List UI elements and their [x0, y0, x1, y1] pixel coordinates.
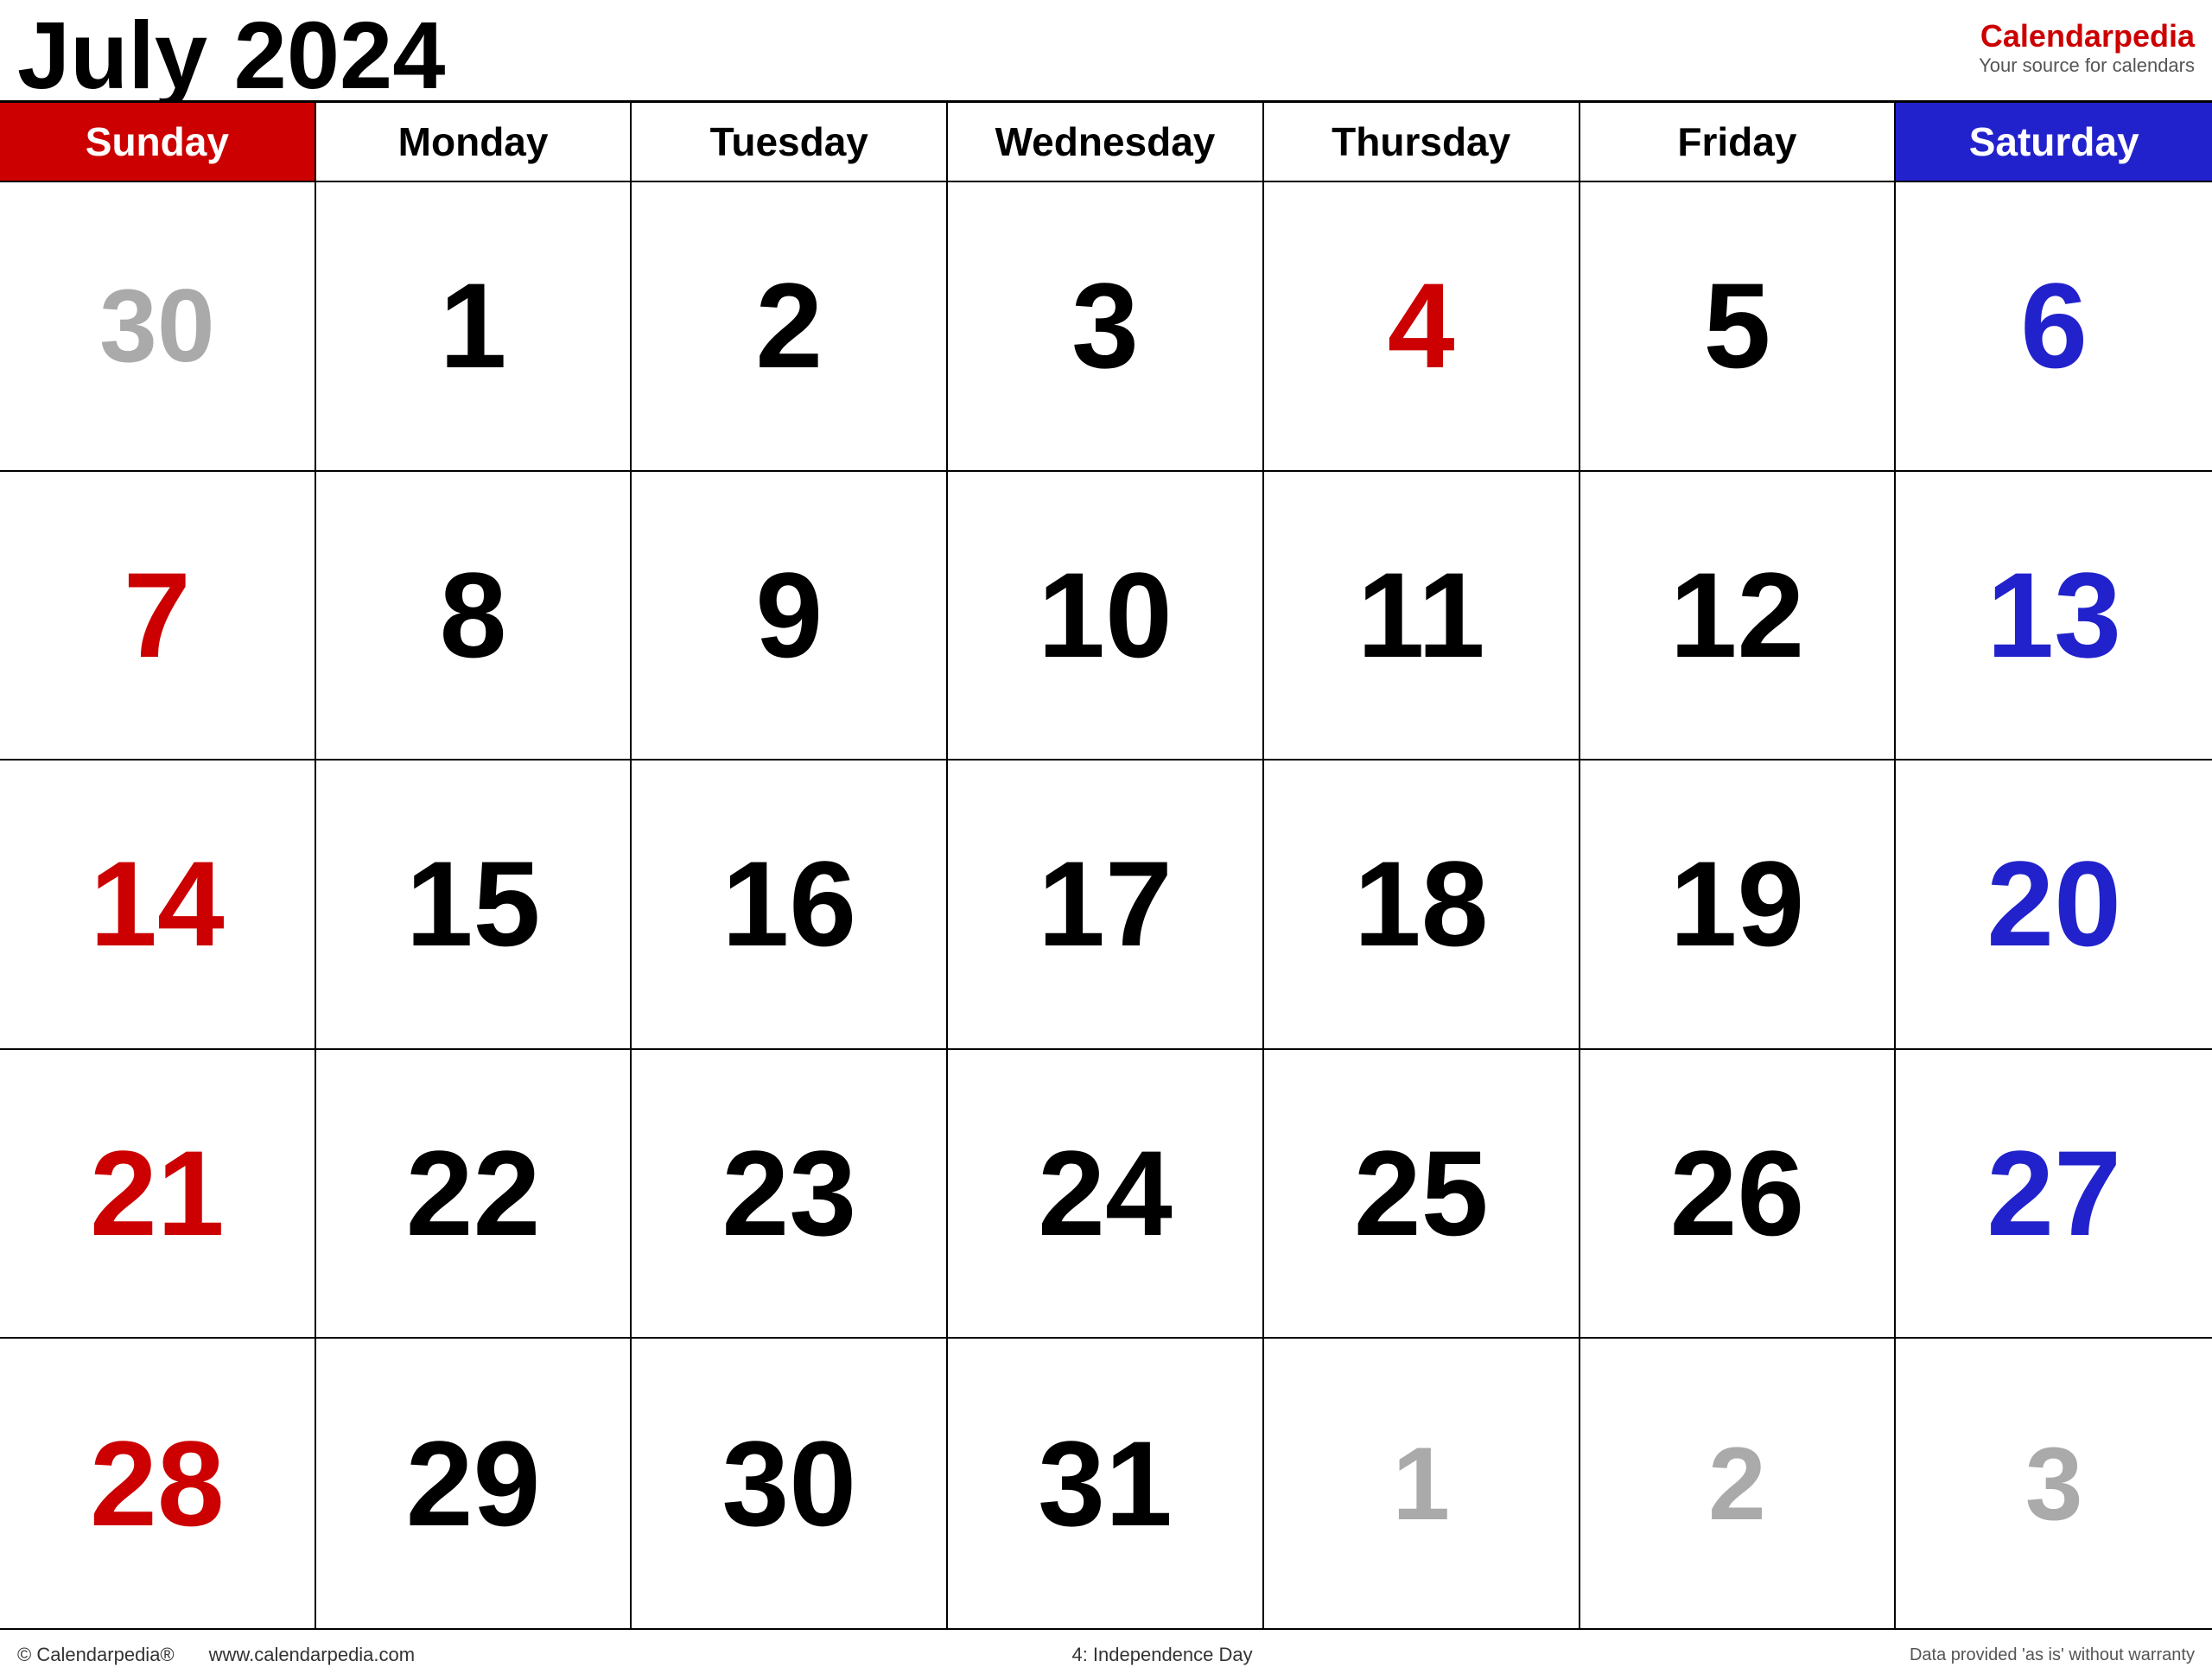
cell-w3-tue: 16	[632, 760, 948, 1048]
cell-w3-wed: 17	[948, 760, 1264, 1048]
cell-w3-sat: 20	[1896, 760, 2212, 1048]
day-10: 10	[1038, 555, 1173, 676]
day-6: 6	[2020, 265, 2088, 386]
cell-w1-mon: 1	[316, 182, 632, 470]
cell-w3-thu: 18	[1264, 760, 1580, 1048]
footer-left: © Calendarpedia® www.calendarpedia.com	[17, 1644, 415, 1666]
day-30-prev: 30	[99, 274, 214, 378]
day-11: 11	[1357, 555, 1485, 676]
cell-w2-sat: 13	[1896, 472, 2212, 760]
day-26: 26	[1670, 1133, 1805, 1254]
day-15: 15	[406, 843, 541, 964]
cell-w4-wed: 24	[948, 1050, 1264, 1338]
day-3-next: 3	[2025, 1432, 2083, 1536]
calendar-container: Sunday Monday Tuesday Wednesday Thursday…	[0, 100, 2212, 1628]
day-1-next: 1	[1392, 1432, 1450, 1536]
brand-name-accent: pedia	[2113, 18, 2195, 54]
cell-w4-sun: 21	[0, 1050, 316, 1338]
brand-logo: Calendarpedia Your source for calendars	[1979, 9, 2195, 78]
cell-w3-sun: 14	[0, 760, 316, 1048]
header-tuesday: Tuesday	[632, 103, 948, 181]
footer-holiday: 4: Independence Day	[1071, 1644, 1252, 1666]
week-2: 7 8 9 10 11 12 13	[0, 472, 2212, 761]
cell-w5-sun: 28	[0, 1339, 316, 1628]
cell-w2-mon: 8	[316, 472, 632, 760]
week-5: 28 29 30 31 1 2 3	[0, 1339, 2212, 1628]
calendar-grid: 30 1 2 3 4 5 6	[0, 182, 2212, 1628]
cell-w4-thu: 25	[1264, 1050, 1580, 1338]
day-25: 25	[1354, 1133, 1489, 1254]
cell-w4-tue: 23	[632, 1050, 948, 1338]
cell-w4-sat: 27	[1896, 1050, 2212, 1338]
header-wednesday: Wednesday	[948, 103, 1264, 181]
day-1: 1	[440, 265, 507, 386]
footer-copyright: © Calendarpedia®	[17, 1644, 175, 1666]
day-18: 18	[1354, 843, 1489, 964]
day-7: 7	[124, 555, 191, 676]
day-16: 16	[721, 843, 856, 964]
cell-w1-wed: 3	[948, 182, 1264, 470]
day-8: 8	[440, 555, 507, 676]
header-saturday: Saturday	[1896, 103, 2212, 181]
header: July 2024 Calendarpedia Your source for …	[0, 0, 2212, 100]
day-23: 23	[721, 1133, 856, 1254]
cell-w1-tue: 2	[632, 182, 948, 470]
day-13: 13	[1986, 555, 2121, 676]
footer: © Calendarpedia® www.calendarpedia.com 4…	[0, 1628, 2212, 1680]
page-wrapper: July 2024 Calendarpedia Your source for …	[0, 0, 2212, 1680]
day-12: 12	[1670, 555, 1805, 676]
cell-w2-sun: 7	[0, 472, 316, 760]
day-30: 30	[721, 1423, 856, 1544]
cell-w1-sat: 6	[1896, 182, 2212, 470]
day-28: 28	[90, 1423, 225, 1544]
header-sunday: Sunday	[0, 103, 316, 181]
cell-w4-mon: 22	[316, 1050, 632, 1338]
header-thursday: Thursday	[1264, 103, 1580, 181]
day-31: 31	[1038, 1423, 1173, 1544]
cell-w3-fri: 19	[1580, 760, 1897, 1048]
brand-name-text: Calendar	[1980, 18, 2113, 54]
cell-w5-mon: 29	[316, 1339, 632, 1628]
week-4: 21 22 23 24 25 26 27	[0, 1050, 2212, 1340]
cell-w2-tue: 9	[632, 472, 948, 760]
cell-w5-sat: 3	[1896, 1339, 2212, 1628]
cell-w5-wed: 31	[948, 1339, 1264, 1628]
day-22: 22	[406, 1133, 541, 1254]
day-19: 19	[1670, 843, 1805, 964]
day-21: 21	[90, 1133, 225, 1254]
day-9: 9	[755, 555, 823, 676]
month-title: July 2024	[17, 9, 445, 104]
cell-w3-mon: 15	[316, 760, 632, 1048]
day-29: 29	[406, 1423, 541, 1544]
brand-tagline: Your source for calendars	[1979, 54, 2195, 77]
day-20: 20	[1986, 843, 2121, 964]
day-5: 5	[1703, 265, 1770, 386]
week-1: 30 1 2 3 4 5 6	[0, 182, 2212, 472]
cell-w1-thu: 4	[1264, 182, 1580, 470]
day-14: 14	[90, 843, 225, 964]
cell-w4-fri: 26	[1580, 1050, 1897, 1338]
day-2: 2	[755, 265, 823, 386]
day-3: 3	[1071, 265, 1139, 386]
cell-w5-tue: 30	[632, 1339, 948, 1628]
header-monday: Monday	[316, 103, 632, 181]
cell-w2-wed: 10	[948, 472, 1264, 760]
day-2-next: 2	[1708, 1432, 1766, 1536]
cell-w2-fri: 12	[1580, 472, 1897, 760]
footer-website: www.calendarpedia.com	[209, 1644, 415, 1666]
cell-w5-fri: 2	[1580, 1339, 1897, 1628]
cell-w5-thu: 1	[1264, 1339, 1580, 1628]
week-3: 14 15 16 17 18 19 20	[0, 760, 2212, 1050]
brand-name: Calendarpedia	[1979, 17, 2195, 54]
cell-w2-thu: 11	[1264, 472, 1580, 760]
cell-w1-fri: 5	[1580, 182, 1897, 470]
day-24: 24	[1038, 1133, 1173, 1254]
day-4: 4	[1388, 265, 1455, 386]
day-27: 27	[1986, 1133, 2121, 1254]
footer-disclaimer: Data provided 'as is' without warranty	[1910, 1645, 2195, 1665]
day-17: 17	[1038, 843, 1173, 964]
cell-w1-sun: 30	[0, 182, 316, 470]
header-friday: Friday	[1580, 103, 1897, 181]
days-header: Sunday Monday Tuesday Wednesday Thursday…	[0, 103, 2212, 182]
